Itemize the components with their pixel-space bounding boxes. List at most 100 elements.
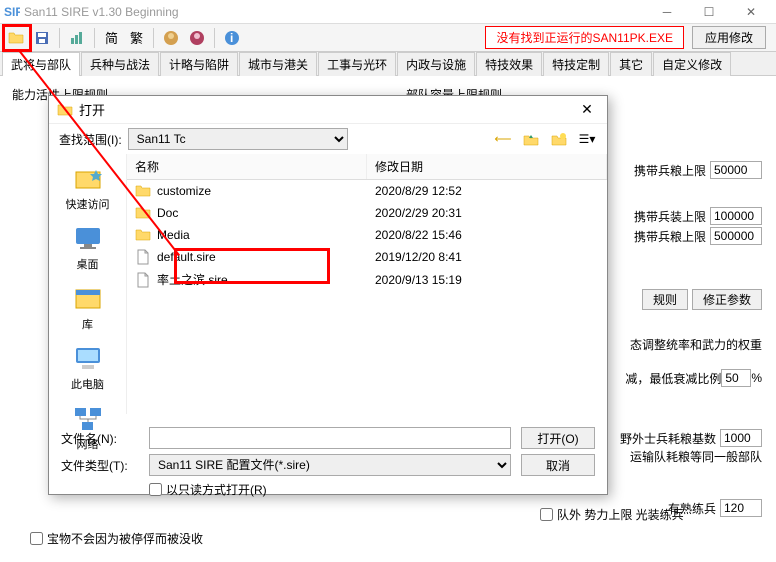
filename-label: 文件名(N): bbox=[61, 430, 139, 447]
folder-icon bbox=[135, 205, 151, 221]
open-button[interactable]: 打开(O) bbox=[521, 427, 595, 449]
filename-input[interactable] bbox=[149, 427, 511, 449]
file-date: 2020/8/29 12:52 bbox=[375, 184, 462, 198]
star-icon bbox=[72, 162, 104, 194]
trained-input[interactable] bbox=[720, 499, 762, 517]
info-button[interactable]: i bbox=[220, 27, 244, 49]
file-row[interactable]: default.sire2019/12/20 8:41 bbox=[127, 246, 607, 268]
lookin-row: 查找范围(I): San11 Tc ⟵ ☰▾ bbox=[49, 124, 607, 154]
cancel-button[interactable]: 取消 bbox=[521, 454, 595, 476]
lookin-select[interactable]: San11 Tc bbox=[128, 128, 348, 150]
tab-6[interactable]: 特技效果 bbox=[476, 52, 542, 76]
toolbar: 简 繁 i 没有找到正运行的SAN11PK.EXE 应用修改 bbox=[0, 24, 776, 52]
file-list-header: 名称 修改日期 bbox=[127, 154, 607, 180]
tab-bar: 武将与部队兵种与战法计略与陷阱城市与港关工事与光环内政与设施特技效果特技定制其它… bbox=[0, 52, 776, 76]
library-icon bbox=[72, 282, 104, 314]
decay-input[interactable] bbox=[721, 369, 751, 387]
folder-icon bbox=[135, 183, 151, 199]
carry-food2-label: 携带兵粮上限 bbox=[634, 228, 706, 245]
desktop-icon bbox=[72, 222, 104, 254]
file-date: 2020/9/13 15:19 bbox=[375, 273, 462, 287]
place-star[interactable]: 快速访问 bbox=[49, 158, 126, 216]
lookin-label: 查找范围(I): bbox=[59, 131, 122, 148]
close-button[interactable]: ✕ bbox=[730, 1, 772, 23]
place-label: 桌面 bbox=[77, 256, 99, 272]
treasure-text: 宝物不会因为被停俘而被没收 bbox=[47, 530, 203, 547]
transport-text: 运输队耗粮等同一般部队 bbox=[630, 448, 762, 465]
tab-5[interactable]: 内政与设施 bbox=[397, 52, 475, 76]
place-library[interactable]: 库 bbox=[49, 278, 126, 336]
dialog-title: 打开 bbox=[79, 100, 575, 119]
carry-armor-input[interactable] bbox=[710, 207, 762, 225]
carry-food-input[interactable] bbox=[710, 161, 762, 179]
maximize-button[interactable]: ☐ bbox=[688, 1, 730, 23]
outland-label: 野外士兵耗粮基数 bbox=[620, 430, 716, 447]
carry-food-label: 携带兵粮上限 bbox=[634, 162, 706, 179]
readonly-checkbox[interactable] bbox=[149, 483, 162, 496]
avatar2-button[interactable] bbox=[185, 27, 209, 49]
file-open-dialog: 打开 ✕ 查找范围(I): San11 Tc ⟵ ☰▾ 快速访问桌面库此电脑网络… bbox=[48, 95, 608, 495]
fix-params-button[interactable]: 修正参数 bbox=[692, 289, 762, 310]
outland-input[interactable] bbox=[720, 429, 762, 447]
apply-button[interactable]: 应用修改 bbox=[692, 26, 766, 49]
carry-armor-label: 携带兵装上限 bbox=[634, 208, 706, 225]
svg-text:i: i bbox=[230, 31, 233, 45]
filetype-label: 文件类型(T): bbox=[61, 457, 139, 474]
file-name: 率土之滨.sire bbox=[157, 271, 375, 288]
file-name: customize bbox=[157, 184, 375, 198]
tab-4[interactable]: 工事与光环 bbox=[318, 52, 396, 76]
file-row[interactable]: 率土之滨.sire2020/9/13 15:19 bbox=[127, 268, 607, 291]
minimize-button[interactable]: ─ bbox=[646, 1, 688, 23]
file-list[interactable]: 名称 修改日期 customize2020/8/29 12:52Doc2020/… bbox=[127, 154, 607, 414]
app-icon: SIRE bbox=[4, 4, 20, 20]
treasure-checkbox[interactable] bbox=[30, 532, 43, 545]
dialog-titlebar: 打开 ✕ bbox=[49, 96, 607, 124]
status-warning: 没有找到正运行的SAN11PK.EXE bbox=[485, 26, 684, 49]
file-row[interactable]: customize2020/8/29 12:52 bbox=[127, 180, 607, 202]
dialog-close-button[interactable]: ✕ bbox=[575, 98, 599, 122]
outland-limit-text: 队外 势力上限 光装练兵 bbox=[557, 506, 684, 523]
file-name: default.sire bbox=[157, 250, 375, 264]
up-icon[interactable] bbox=[521, 129, 541, 149]
tab-2[interactable]: 计略与陷阱 bbox=[160, 52, 238, 76]
file-date: 2019/12/20 8:41 bbox=[375, 250, 462, 264]
chart-button[interactable] bbox=[65, 27, 89, 49]
col-date[interactable]: 修改日期 bbox=[367, 154, 607, 179]
file-date: 2020/8/22 15:46 bbox=[375, 228, 462, 242]
avatar1-button[interactable] bbox=[159, 27, 183, 49]
outland-limit-checkbox[interactable] bbox=[540, 508, 553, 521]
tab-8[interactable]: 其它 bbox=[610, 52, 652, 76]
place-pc[interactable]: 此电脑 bbox=[49, 338, 126, 396]
readonly-label: 以只读方式打开(R) bbox=[166, 481, 267, 498]
place-label: 快速访问 bbox=[66, 196, 110, 212]
places-bar: 快速访问桌面库此电脑网络 bbox=[49, 154, 127, 414]
view-menu-icon[interactable]: ☰▾ bbox=[577, 129, 597, 149]
window-title: San11 SIRE v1.30 Beginning bbox=[24, 5, 646, 19]
rule-button[interactable]: 规则 bbox=[642, 289, 688, 310]
tab-9[interactable]: 自定义修改 bbox=[653, 52, 731, 76]
folder-icon bbox=[135, 227, 151, 243]
col-name[interactable]: 名称 bbox=[127, 154, 367, 179]
back-icon[interactable]: ⟵ bbox=[493, 129, 513, 149]
filetype-select[interactable]: San11 SIRE 配置文件(*.sire) bbox=[149, 454, 511, 476]
open-file-button[interactable] bbox=[4, 27, 28, 49]
simplified-button[interactable]: 简 bbox=[100, 25, 123, 50]
file-name: Media bbox=[157, 228, 375, 242]
file-icon bbox=[135, 249, 151, 265]
new-folder-icon[interactable] bbox=[549, 129, 569, 149]
tab-0[interactable]: 武将与部队 bbox=[2, 52, 80, 76]
file-row[interactable]: Media2020/8/22 15:46 bbox=[127, 224, 607, 246]
tab-1[interactable]: 兵种与战法 bbox=[81, 52, 159, 76]
carry-food2-input[interactable] bbox=[710, 227, 762, 245]
place-desktop[interactable]: 桌面 bbox=[49, 218, 126, 276]
place-label: 库 bbox=[82, 316, 93, 332]
file-row[interactable]: Doc2020/2/29 20:31 bbox=[127, 202, 607, 224]
svg-text:SIRE: SIRE bbox=[4, 5, 20, 19]
file-icon bbox=[135, 272, 151, 288]
tab-3[interactable]: 城市与港关 bbox=[239, 52, 317, 76]
place-network[interactable]: 网络 bbox=[49, 398, 126, 456]
save-button[interactable] bbox=[30, 27, 54, 49]
tab-7[interactable]: 特技定制 bbox=[543, 52, 609, 76]
file-date: 2020/2/29 20:31 bbox=[375, 206, 462, 220]
traditional-button[interactable]: 繁 bbox=[125, 25, 148, 50]
